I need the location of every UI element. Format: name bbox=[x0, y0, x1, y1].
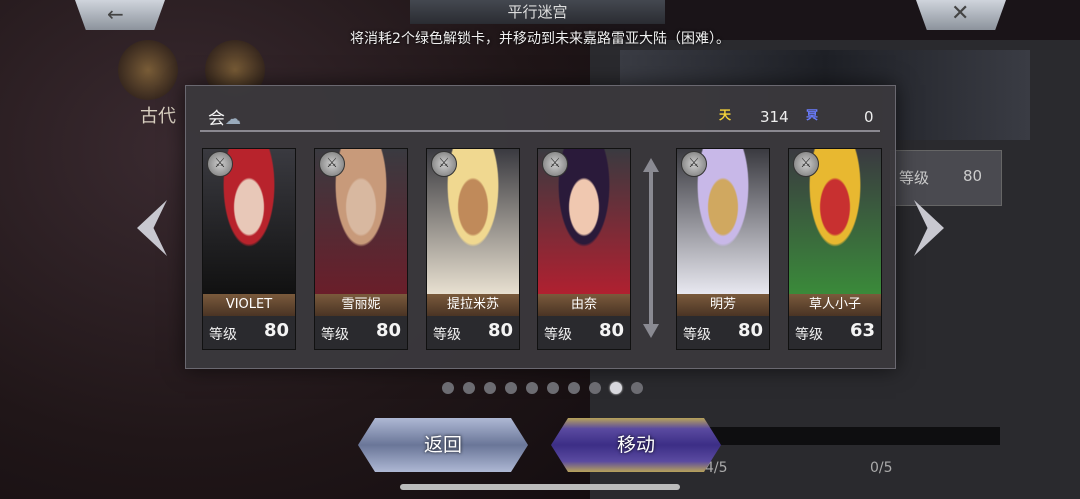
party-select-modal: 会☁ 天 314 冥 0 ⚔ VIOLET 等级 80 ⚔ 雪丽妮等级 80 ⚔ 提拉米苏等级 8… bbox=[185, 85, 896, 369]
character-level-row: 等级 80 bbox=[538, 316, 630, 349]
background-level-value: 80 bbox=[963, 167, 983, 185]
level-label: 等级 bbox=[795, 327, 823, 343]
page-dot[interactable] bbox=[568, 382, 580, 394]
level-label: 等级 bbox=[209, 327, 237, 343]
character-level-row: 等级 80 bbox=[203, 316, 295, 349]
character-name: 雪丽妮 bbox=[315, 294, 407, 316]
page-dot[interactable] bbox=[526, 382, 538, 394]
sword-icon: ⚔ bbox=[207, 151, 233, 177]
character-name: 明芳 bbox=[677, 294, 769, 316]
page-dot[interactable] bbox=[589, 382, 601, 394]
character-level-row: 等级 63 bbox=[789, 316, 881, 349]
character-name: 提拉米苏 bbox=[427, 294, 519, 316]
character-card[interactable]: ⚔ 草人小子等级 63 bbox=[788, 148, 882, 350]
modal-title: 会☁ bbox=[208, 104, 241, 129]
page-dot[interactable] bbox=[484, 382, 496, 394]
character-name: 草人小子 bbox=[789, 294, 881, 316]
level-label: 等级 bbox=[683, 327, 711, 343]
page-dot[interactable] bbox=[463, 382, 475, 394]
cloud-rain-icon: ☁ bbox=[225, 109, 241, 128]
level-value: 80 bbox=[598, 320, 624, 341]
character-card[interactable]: ⚔ 提拉米苏等级 80 bbox=[426, 148, 520, 350]
modal-header: 会☁ 天 314 冥 0 bbox=[186, 86, 895, 130]
heaven-currency-icon: 天 bbox=[718, 108, 731, 122]
era-label: 古代 bbox=[140, 106, 176, 127]
level-label: 等级 bbox=[544, 327, 572, 343]
character-level-row: 等级 80 bbox=[315, 316, 407, 349]
page-title: 平行迷宫 bbox=[410, 0, 665, 24]
arrow-left-icon: ← bbox=[107, 2, 124, 26]
page-dot[interactable] bbox=[631, 382, 643, 394]
instruction-text: 将消耗2个绿色解锁卡，并移动到未来嘉路雷亚大陆（困难）。 bbox=[350, 31, 730, 47]
back-arrow-button[interactable]: ← bbox=[75, 0, 165, 30]
level-value: 80 bbox=[737, 320, 763, 341]
modal-title-text: 会 bbox=[208, 109, 225, 129]
character-card[interactable]: ⚔ 明芳等级 80 bbox=[676, 148, 770, 350]
background-counter-right: 0/5 bbox=[870, 460, 893, 476]
return-button-label: 返回 bbox=[423, 434, 462, 456]
magic-icon: ⚔ bbox=[542, 151, 568, 177]
close-icon: ✕ bbox=[951, 1, 970, 26]
character-level-row: 等级 80 bbox=[677, 316, 769, 349]
fist-icon: ⚔ bbox=[319, 151, 345, 177]
character-card[interactable]: ⚔ VIOLET 等级 80 bbox=[202, 148, 296, 350]
move-button[interactable]: 移动 bbox=[551, 418, 721, 472]
hell-currency-value: 0 bbox=[864, 108, 874, 126]
scroll-divider-icon bbox=[643, 158, 659, 338]
divider bbox=[200, 130, 880, 132]
page-dot[interactable] bbox=[442, 382, 454, 394]
character-name: VIOLET bbox=[203, 294, 295, 316]
fist-icon: ⚔ bbox=[681, 151, 707, 177]
page-dot[interactable] bbox=[547, 382, 559, 394]
level-value: 80 bbox=[487, 320, 513, 341]
era-emblem-icon bbox=[118, 40, 178, 100]
page-dot[interactable] bbox=[610, 382, 622, 394]
character-card[interactable]: ⚔ 由奈等级 80 bbox=[537, 148, 631, 350]
spear-icon: ⚔ bbox=[431, 151, 457, 177]
level-label: 等级 bbox=[433, 327, 461, 343]
background-level-panel: 等级 80 bbox=[890, 150, 1002, 206]
level-value: 80 bbox=[375, 320, 401, 341]
level-label: 等级 bbox=[321, 327, 349, 343]
level-value: 80 bbox=[263, 320, 289, 341]
heaven-currency-value: 314 bbox=[760, 108, 789, 126]
return-button[interactable]: 返回 bbox=[358, 418, 528, 472]
fist-icon: ⚔ bbox=[793, 151, 819, 177]
background-level-label: 等级 bbox=[899, 169, 930, 187]
character-card[interactable]: ⚔ 雪丽妮等级 80 bbox=[314, 148, 408, 350]
hell-currency-icon: 冥 bbox=[805, 108, 818, 122]
close-button[interactable]: ✕ bbox=[916, 0, 1006, 30]
move-button-label: 移动 bbox=[616, 434, 655, 456]
level-value: 63 bbox=[849, 320, 875, 341]
background-bar bbox=[700, 427, 1000, 445]
character-name: 由奈 bbox=[538, 294, 630, 316]
character-level-row: 等级 80 bbox=[427, 316, 519, 349]
home-indicator[interactable] bbox=[400, 484, 680, 490]
page-dot[interactable] bbox=[505, 382, 517, 394]
